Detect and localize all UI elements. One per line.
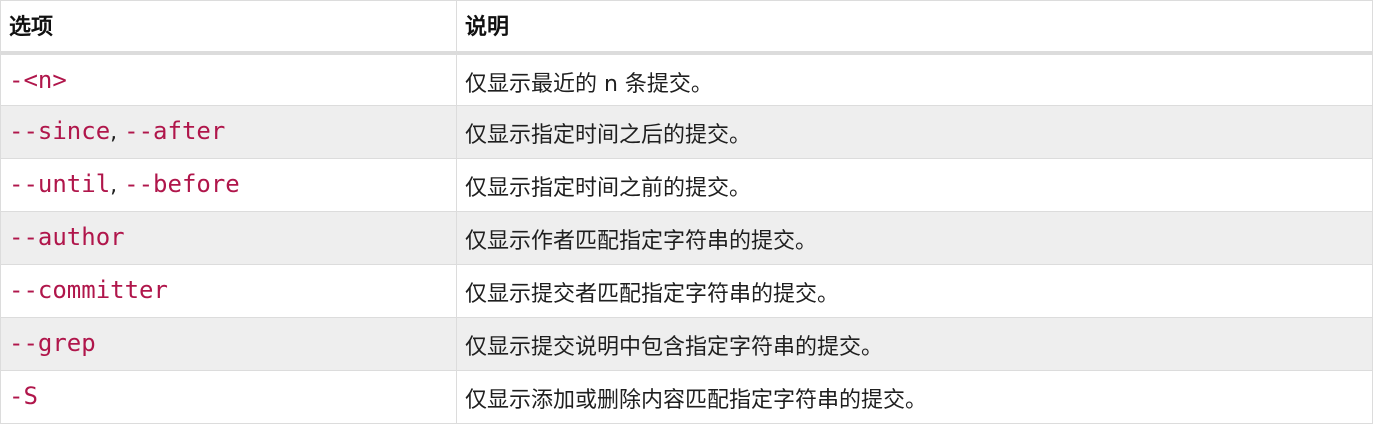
option-separator: , [110, 120, 125, 145]
option-cell: --since, --after [0, 105, 457, 159]
description-cell: 仅显示作者匹配指定字符串的提交。 [456, 211, 1373, 265]
table-row: --until, --before 仅显示指定时间之前的提交。 [0, 158, 1373, 212]
table-row: --since, --after 仅显示指定时间之后的提交。 [0, 105, 1373, 159]
option-code: -S [9, 382, 38, 410]
table-row: --committer 仅显示提交者匹配指定字符串的提交。 [0, 264, 1373, 318]
table-row: -S 仅显示添加或删除内容匹配指定字符串的提交。 [0, 370, 1373, 424]
option-cell: --until, --before [0, 158, 457, 212]
description-cell: 仅显示提交说明中包含指定字符串的提交。 [456, 317, 1373, 371]
option-cell: --grep [0, 317, 457, 371]
option-code: --grep [9, 329, 96, 357]
option-cell: -<n> [0, 52, 457, 106]
description-cell: 仅显示添加或删除内容匹配指定字符串的提交。 [456, 370, 1373, 424]
description-cell: 仅显示指定时间之后的提交。 [456, 105, 1373, 159]
option-separator: , [110, 173, 125, 198]
table-row: --grep 仅显示提交说明中包含指定字符串的提交。 [0, 317, 1373, 371]
option-cell: --committer [0, 264, 457, 318]
header-description: 说明 [456, 0, 1373, 55]
option-code: -<n> [9, 65, 67, 94]
option-code: --author [9, 223, 125, 251]
options-table: 选项 说明 -<n> 仅显示最近的 n 条提交。 --since, --afte… [0, 0, 1373, 424]
option-code: --before [124, 170, 240, 198]
header-row: 选项 说明 [0, 0, 1373, 55]
description-cell: 仅显示提交者匹配指定字符串的提交。 [456, 264, 1373, 318]
option-code: --until [9, 170, 111, 198]
description-cell: 仅显示最近的 n 条提交。 [456, 52, 1373, 106]
table-row: --author 仅显示作者匹配指定字符串的提交。 [0, 211, 1373, 265]
option-cell: --author [0, 211, 457, 265]
table-row: -<n> 仅显示最近的 n 条提交。 [0, 52, 1373, 106]
option-code: --since [9, 117, 111, 145]
option-code: --committer [9, 276, 168, 304]
description-cell: 仅显示指定时间之前的提交。 [456, 158, 1373, 212]
header-options: 选项 [0, 0, 457, 55]
option-cell: -S [0, 370, 457, 424]
option-code: --after [124, 117, 226, 145]
